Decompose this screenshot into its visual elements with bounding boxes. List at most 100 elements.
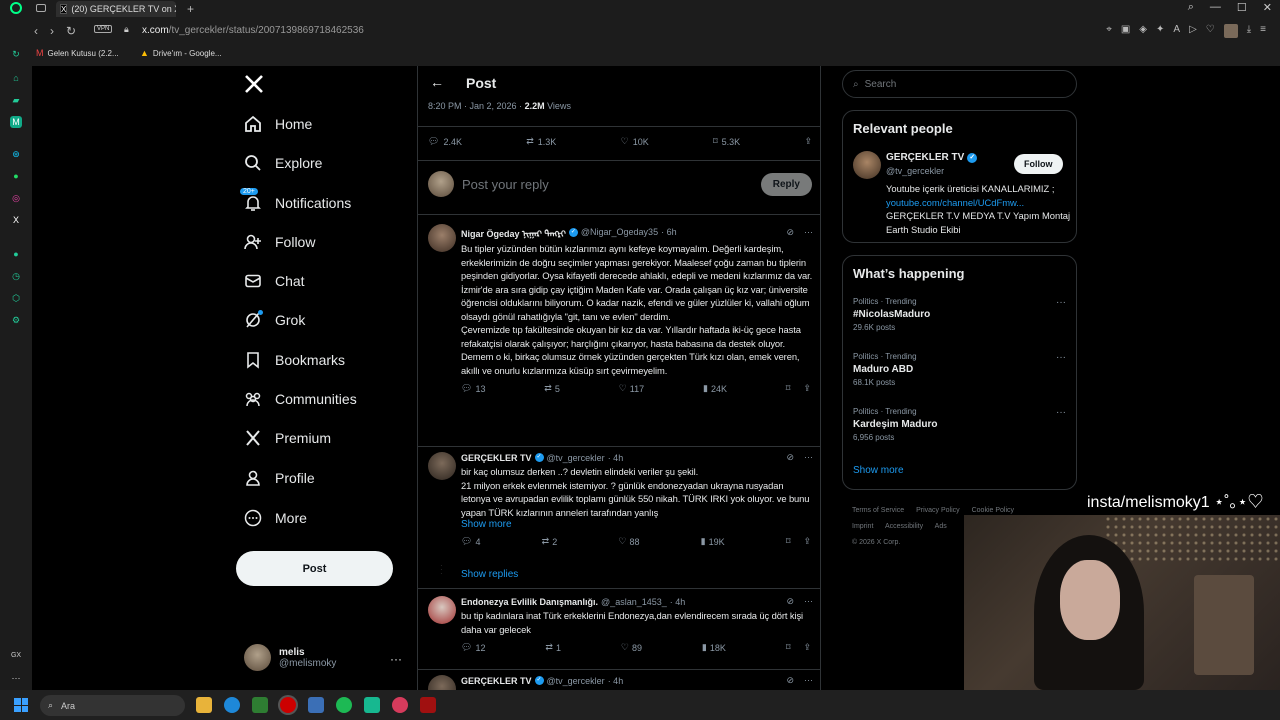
like-action[interactable]: ♡ 89 [621,642,642,653]
trend-item[interactable]: Politics · Trending Maduro ABD 68.1K pos… [853,352,1068,387]
footer-link[interactable]: Cookie Policy [972,507,1014,514]
more-icon[interactable]: ··· [1056,297,1066,308]
footer-link[interactable]: Privacy Policy [916,507,960,514]
aria-icon[interactable]: ⌂ [10,72,22,84]
file-explorer-icon[interactable] [196,697,212,713]
reply-tweet[interactable]: Nigar Ögeday ᠨᠢᠭᠠᠷ ᠲᠠᠩᠷᠢ ✓ @Nigar_Ogeday… [428,224,818,444]
spotify-icon[interactable] [336,697,352,713]
show-more-link[interactable]: Show more [461,519,813,530]
opera-logo-icon[interactable] [10,2,22,14]
trend-item[interactable]: Politics · Trending #NicolasMaduro 29.6K… [853,297,1068,332]
whatsapp-taskbar-icon[interactable] [364,697,380,713]
translate-icon[interactable]: A [1173,24,1180,38]
play-icon[interactable]: ▷ [1189,24,1197,38]
maximize-icon[interactable]: ☐ [1237,1,1247,14]
heart-icon[interactable]: ♡ [1206,24,1215,38]
show-replies-link[interactable]: Show replies [461,569,518,580]
reply-tweet[interactable]: Endonezya Evlilik Danışmanlığı. @_aslan_… [428,596,818,666]
nav-item-grok[interactable]: Grok [244,308,305,332]
back-arrow-icon[interactable]: ← [430,74,444,90]
reply-action[interactable]: 💬︎ 2.4K [428,136,462,147]
close-window-icon[interactable]: ✕ [1263,1,1272,14]
person-name[interactable]: GERÇEKLER TV [886,152,964,163]
nav-item-chat[interactable]: Chat [244,269,305,293]
reply-tweet[interactable]: GERÇEKLER TV ✓ @tv_gercekler · 4h ⊘ ··· b… [428,452,818,562]
reply-button[interactable]: Reply [760,172,812,196]
nav-item-home[interactable]: Home [244,112,312,136]
app-red-icon[interactable] [392,697,408,713]
reply-action[interactable]: 💬︎ 12 [461,642,485,653]
author-handle[interactable]: @tv_gercekler [547,676,605,686]
account-more-icon[interactable]: ··· [390,652,402,666]
bookmark-action[interactable]: ⌑ 5.3K [713,136,740,147]
reply-input[interactable]: Post your reply [462,177,549,192]
tweet-time[interactable]: · 4h [608,453,624,463]
x-app-icon[interactable]: X [10,214,22,226]
openai-icon[interactable]: ⊛ [10,148,22,160]
bookmark-action[interactable]: ⌑ ⇪ [786,383,811,394]
nav-item-premium[interactable]: Premium [244,426,331,450]
workspaces-icon[interactable] [36,4,46,12]
more-icon[interactable]: ··· [804,452,813,463]
more-icon[interactable]: ··· [1056,352,1066,363]
trend-item[interactable]: Politics · Trending Kardeşim Maduro 6,95… [853,407,1068,442]
author-name[interactable]: Nigar Ögeday ᠨᠢᠭᠠᠷ ᠲᠠᠩᠷᠢ [461,224,566,240]
active-tab[interactable]: X (20) GERÇEKLER TV on X ✕ [56,1,176,17]
like-action[interactable]: ♡ 88 [618,536,639,547]
reply-action[interactable]: 💬︎ 4 [461,536,480,547]
show-more-link[interactable]: Show more [853,465,904,476]
taskbar-search[interactable]: ⌕ Ara [40,695,185,716]
status-dot-icon[interactable]: ● [10,248,22,260]
more-icon[interactable]: ··· [804,675,813,686]
opera-gx-icon[interactable] [280,697,296,713]
search-input[interactable]: ⌕ Search [842,70,1077,98]
reload-icon[interactable]: ↻ [66,24,76,38]
clock-icon[interactable]: ◷ [10,270,22,282]
grok-icon[interactable]: ⊘ [786,675,794,686]
gx-icon[interactable]: GX [10,650,22,662]
account-switcher[interactable]: melis @melismoky [244,644,336,671]
profile-avatar-icon[interactable] [1223,24,1238,38]
nav-item-follow[interactable]: Follow [244,230,315,254]
back-icon[interactable]: ‹ [34,24,38,38]
share-action[interactable]: ⇪ [804,136,812,147]
repost-action[interactable]: ⇄ 5 [544,383,560,394]
history-icon[interactable]: ↻ [10,48,22,60]
footer-link[interactable]: Accessibility [885,523,923,530]
nav-item-profile[interactable]: Profile [244,466,315,490]
tweet-time[interactable]: · 4h [608,676,624,686]
bio-link[interactable]: youtube.com/channel/UCdFmw... [886,197,1024,208]
tweet-time[interactable]: · 6h [661,227,677,237]
more-icon[interactable]: ··· [804,596,813,607]
mail-app-icon[interactable]: M [10,116,22,128]
pin-icon[interactable]: ⌖ [1106,24,1112,38]
notepad-icon[interactable] [252,697,268,713]
x-logo-icon[interactable] [244,74,264,94]
pinboard-icon[interactable]: ▰ [10,94,22,106]
window-app-icon[interactable] [308,697,324,713]
repost-action[interactable]: ⇄ 1 [545,642,561,653]
reply-tweet[interactable]: GERÇEKLER TV ✓ @tv_gercekler · 4h ⊘ ··· [428,675,818,690]
author-handle[interactable]: @tv_gercekler [547,453,605,463]
views-action[interactable]: ▮ 18K [702,642,726,653]
nav-item-communities[interactable]: Communities [244,387,357,411]
edge-icon[interactable] [224,697,240,713]
app-badge-icon[interactable] [420,697,436,713]
nav-item-more[interactable]: More [244,506,307,530]
vpn-badge[interactable]: VPN [94,25,113,33]
settings-icon[interactable]: ⚙ [10,314,22,326]
instagram-icon[interactable]: ◎ [10,192,22,204]
nav-item-notifications[interactable]: 20+ Notifications [239,187,351,215]
repost-action[interactable]: ⇄ 1.3K [526,136,556,147]
grok-icon[interactable]: ⊘ [786,596,794,607]
minimize-icon[interactable]: — [1210,1,1221,14]
bookmark-gmail[interactable]: M Gelen Kutusu (2.2... [36,48,119,58]
footer-link[interactable]: Imprint [852,523,873,530]
extensions-icon[interactable]: ✦ [1156,24,1164,38]
footer-link[interactable]: Ads [935,523,947,530]
author-handle[interactable]: @_aslan_1453_ [601,597,667,607]
nav-item-bookmarks[interactable]: Bookmarks [244,348,345,372]
extensions-rail-icon[interactable]: ⬡ [10,292,22,304]
like-action[interactable]: ♡ 117 [619,383,644,394]
grok-icon[interactable]: ⊘ [786,227,794,238]
